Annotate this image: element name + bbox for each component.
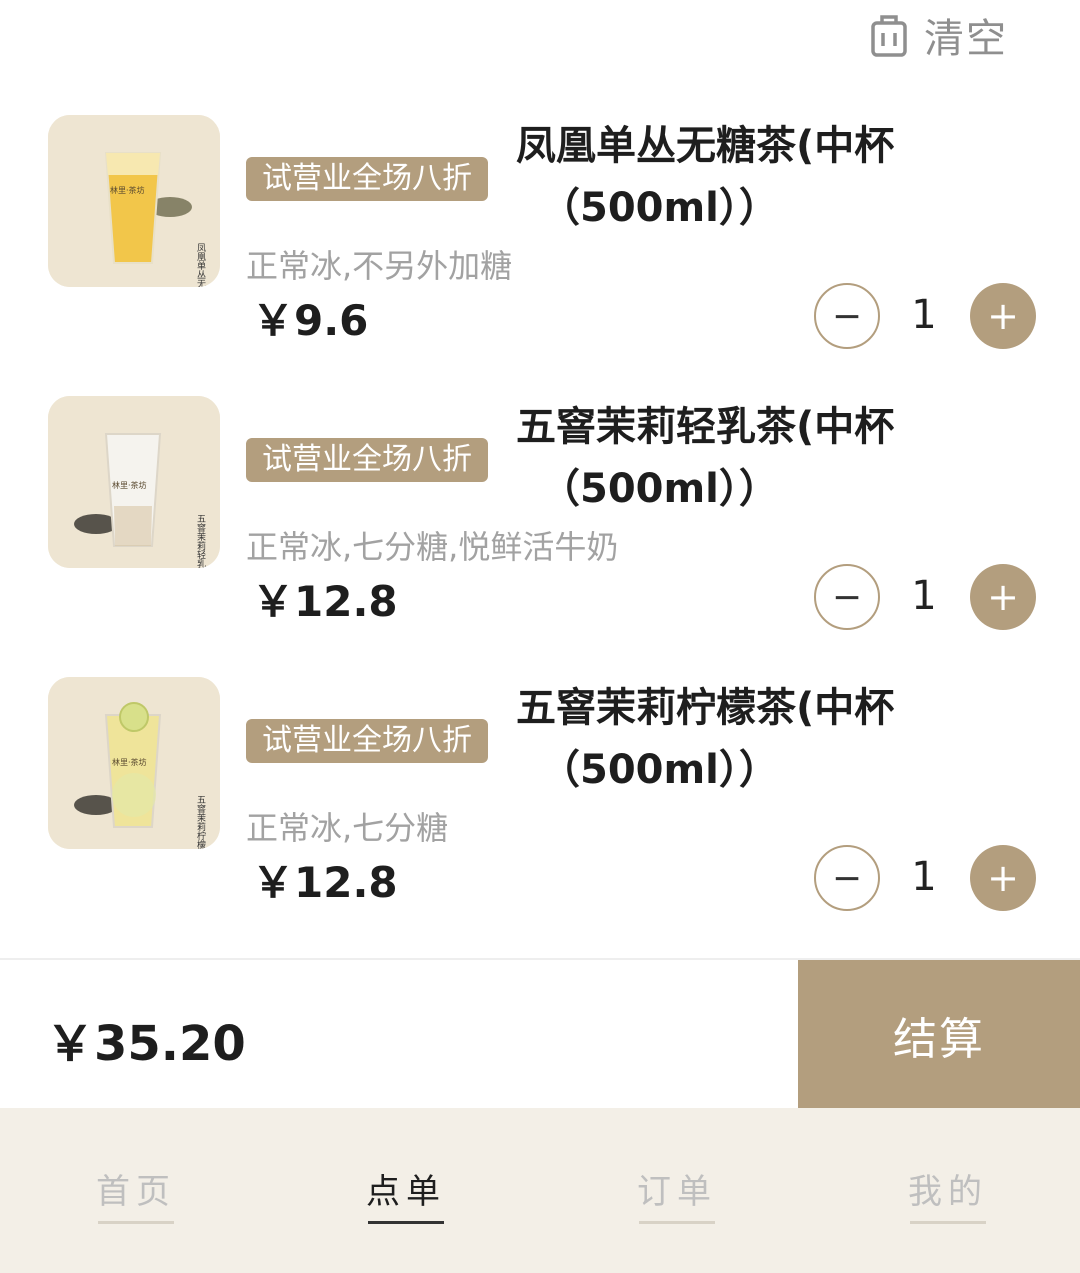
product-title: 五窨茉莉柠檬茶(中杯 （500ml））	[516, 677, 956, 801]
clear-cart-label: 清空	[924, 16, 1008, 62]
clear-cart-button[interactable]: 清空	[870, 6, 1008, 64]
quantity-value: 1	[911, 573, 937, 619]
product-spec: 正常冰,七分糖	[246, 809, 449, 847]
trash-icon	[871, 15, 907, 57]
tab-label: 点单	[366, 1172, 446, 1212]
tab-home[interactable]: 首页	[56, 1164, 216, 1224]
increase-button[interactable]: +	[970, 845, 1036, 911]
decrease-button[interactable]: −	[814, 845, 880, 911]
cup-brand-text: 林里·茶坊	[110, 185, 145, 195]
cart-item: 林里·茶坊 凤凰单丛无糖茶 试营业全场八折 凤凰单丛无糖茶(中杯 （500ml）…	[0, 115, 1080, 365]
product-title-line2: （500ml））	[540, 185, 779, 231]
promo-badge: 试营业全场八折	[246, 438, 488, 482]
promo-badge: 试营业全场八折	[246, 719, 488, 763]
quantity-stepper: − 1 +	[814, 283, 1036, 349]
cup-brand-text: 林里·茶坊	[112, 480, 147, 490]
checkout-button[interactable]: 结算	[798, 960, 1080, 1110]
image-label-text: 五窨茉莉柠檬茶	[195, 795, 206, 849]
product-price: ￥12.8	[252, 858, 398, 907]
product-title-line1: 五窨茉莉轻乳茶(中杯	[516, 404, 895, 450]
quantity-value: 1	[911, 292, 937, 338]
quantity-stepper: − 1 +	[814, 564, 1036, 630]
decrease-button[interactable]: −	[814, 283, 880, 349]
tab-underline	[910, 1221, 986, 1224]
product-image: 林里·茶坊 凤凰单丛无糖茶	[48, 115, 220, 287]
product-title: 凤凰单丛无糖茶(中杯 （500ml））	[516, 115, 956, 239]
product-image: 林里·茶坊 五窨茉莉轻乳茶	[48, 396, 220, 568]
bottom-tabbar: 首页 点单 订单 我的	[0, 1108, 1080, 1273]
tab-label: 我的	[908, 1172, 988, 1212]
cart-item: 林里·茶坊 五窨茉莉轻乳茶 试营业全场八折 五窨茉莉轻乳茶(中杯 （500ml）…	[0, 396, 1080, 646]
tab-label: 首页	[96, 1172, 176, 1212]
product-image: 林里·茶坊 五窨茉莉柠檬茶	[48, 677, 220, 849]
quantity-value: 1	[911, 854, 937, 900]
tab-underline	[98, 1221, 174, 1224]
product-price: ￥9.6	[252, 296, 369, 345]
tab-label: 订单	[637, 1172, 717, 1212]
product-title-line1: 五窨茉莉柠檬茶(中杯	[516, 685, 895, 731]
quantity-stepper: − 1 +	[814, 845, 1036, 911]
image-label-text: 五窨茉莉轻乳茶	[195, 514, 206, 568]
product-title-line1: 凤凰单丛无糖茶(中杯	[516, 123, 895, 169]
product-spec: 正常冰,七分糖,悦鲜活牛奶	[246, 528, 619, 566]
cup-brand-text: 林里·茶坊	[112, 757, 147, 767]
checkout-bar: ￥35.20 结算	[0, 958, 1080, 1110]
decrease-button[interactable]: −	[814, 564, 880, 630]
tab-underline	[639, 1221, 715, 1224]
product-title-line2: （500ml））	[540, 747, 779, 793]
image-label-text: 凤凰单丛无糖茶	[195, 243, 206, 287]
product-title: 五窨茉莉轻乳茶(中杯 （500ml））	[516, 396, 956, 520]
tab-order[interactable]: 点单	[326, 1164, 486, 1224]
product-spec: 正常冰,不另外加糖	[246, 247, 513, 285]
tab-underline	[368, 1221, 444, 1224]
cart-total: ￥35.20	[46, 1016, 246, 1072]
cart-item: 林里·茶坊 五窨茉莉柠檬茶 试营业全场八折 五窨茉莉柠檬茶(中杯 （500ml）…	[0, 677, 1080, 927]
increase-button[interactable]: +	[970, 283, 1036, 349]
tab-orders[interactable]: 订单	[597, 1164, 757, 1224]
promo-badge: 试营业全场八折	[246, 157, 488, 201]
tab-mine[interactable]: 我的	[868, 1164, 1028, 1224]
product-price: ￥12.8	[252, 577, 398, 626]
product-title-line2: （500ml））	[540, 466, 779, 512]
increase-button[interactable]: +	[970, 564, 1036, 630]
